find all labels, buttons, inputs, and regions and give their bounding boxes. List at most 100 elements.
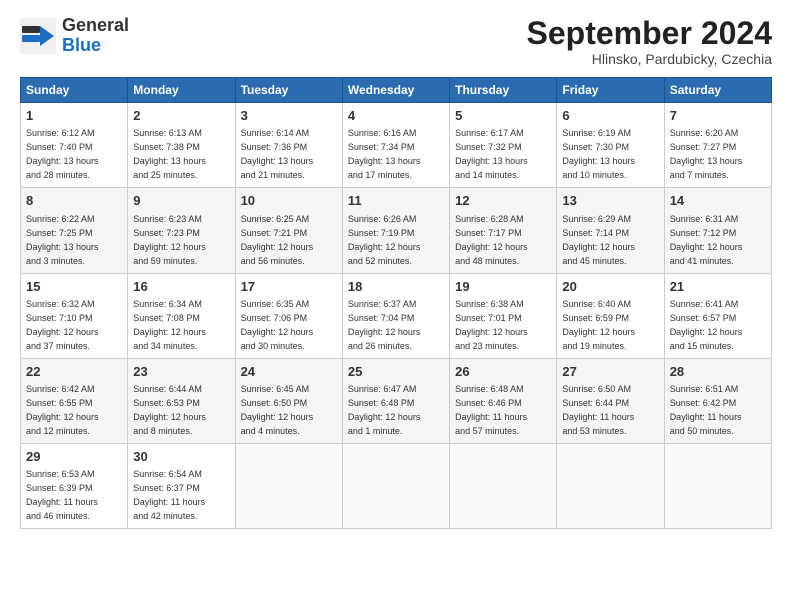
day-number: 5 bbox=[455, 107, 551, 125]
day-number: 22 bbox=[26, 363, 122, 381]
month-title: September 2024 bbox=[527, 16, 772, 51]
calendar-cell bbox=[235, 443, 342, 528]
day-number: 21 bbox=[670, 278, 766, 296]
day-info: Sunrise: 6:42 AMSunset: 6:55 PMDaylight:… bbox=[26, 384, 99, 436]
day-info: Sunrise: 6:13 AMSunset: 7:38 PMDaylight:… bbox=[133, 128, 206, 180]
calendar-cell: 20Sunrise: 6:40 AMSunset: 6:59 PMDayligh… bbox=[557, 273, 664, 358]
day-number: 14 bbox=[670, 192, 766, 210]
header-day-friday: Friday bbox=[557, 78, 664, 103]
day-info: Sunrise: 6:29 AMSunset: 7:14 PMDaylight:… bbox=[562, 214, 635, 266]
calendar-cell: 21 Sunrise: 6:41 AMSunset: 6:57 PMDayligh… bbox=[664, 273, 771, 358]
day-number: 29 bbox=[26, 448, 122, 466]
calendar-cell bbox=[342, 443, 449, 528]
day-number: 17 bbox=[241, 278, 337, 296]
day-info: Sunrise: 6:20 AMSunset: 7:27 PMDaylight:… bbox=[670, 128, 743, 180]
calendar-cell: 12Sunrise: 6:28 AMSunset: 7:17 PMDayligh… bbox=[450, 188, 557, 273]
calendar-cell: 25Sunrise: 6:47 AMSunset: 6:48 PMDayligh… bbox=[342, 358, 449, 443]
calendar-cell: 10 Sunrise: 6:25 AMSunset: 7:21 PMDayligh… bbox=[235, 188, 342, 273]
day-number: 11 bbox=[348, 192, 444, 210]
day-info: Sunrise: 6:41 AMSunset: 6:57 PMDaylight:… bbox=[670, 299, 743, 351]
logo: General Blue bbox=[20, 16, 129, 56]
day-number: 10 bbox=[241, 192, 337, 210]
day-info: Sunrise: 6:37 AMSunset: 7:04 PMDaylight:… bbox=[348, 299, 421, 351]
calendar-cell: 15 Sunrise: 6:32 AMSunset: 7:10 PMDayligh… bbox=[21, 273, 128, 358]
day-info: Sunrise: 6:23 AMSunset: 7:23 PMDaylight:… bbox=[133, 214, 206, 266]
logo-blue-text: Blue bbox=[62, 35, 101, 55]
day-number: 4 bbox=[348, 107, 444, 125]
calendar-week-1: 1 Sunrise: 6:12 AMSunset: 7:40 PMDaylight… bbox=[21, 103, 772, 188]
calendar-cell: 8 Sunrise: 6:22 AMSunset: 7:25 PMDaylight… bbox=[21, 188, 128, 273]
day-info: Sunrise: 6:44 AMSunset: 6:53 PMDaylight:… bbox=[133, 384, 206, 436]
day-number: 27 bbox=[562, 363, 658, 381]
day-number: 2 bbox=[133, 107, 229, 125]
calendar-cell: 3 Sunrise: 6:14 AMSunset: 7:36 PMDaylight… bbox=[235, 103, 342, 188]
day-info: Sunrise: 6:14 AMSunset: 7:36 PMDaylight:… bbox=[241, 128, 314, 180]
day-info: Sunrise: 6:34 AMSunset: 7:08 PMDaylight:… bbox=[133, 299, 206, 351]
day-info: Sunrise: 6:54 AMSunset: 6:37 PMDaylight:… bbox=[133, 469, 205, 521]
calendar-cell: 5 Sunrise: 6:17 AMSunset: 7:32 PMDaylight… bbox=[450, 103, 557, 188]
calendar-cell: 29 Sunrise: 6:53 AMSunset: 6:39 PMDayligh… bbox=[21, 443, 128, 528]
header-day-saturday: Saturday bbox=[664, 78, 771, 103]
day-info: Sunrise: 6:35 AMSunset: 7:06 PMDaylight:… bbox=[241, 299, 314, 351]
calendar-cell: 17 Sunrise: 6:35 AMSunset: 7:06 PMDayligh… bbox=[235, 273, 342, 358]
calendar-cell: 24 Sunrise: 6:45 AMSunset: 6:50 PMDayligh… bbox=[235, 358, 342, 443]
day-number: 23 bbox=[133, 363, 229, 381]
day-info: Sunrise: 6:53 AMSunset: 6:39 PMDaylight:… bbox=[26, 469, 98, 521]
day-info: Sunrise: 6:17 AMSunset: 7:32 PMDaylight:… bbox=[455, 128, 528, 180]
calendar-week-3: 15 Sunrise: 6:32 AMSunset: 7:10 PMDayligh… bbox=[21, 273, 772, 358]
calendar-body: 1 Sunrise: 6:12 AMSunset: 7:40 PMDaylight… bbox=[21, 103, 772, 529]
location-subtitle: Hlinsko, Pardubicky, Czechia bbox=[527, 51, 772, 67]
day-info: Sunrise: 6:51 AMSunset: 6:42 PMDaylight:… bbox=[670, 384, 742, 436]
calendar-cell: 1 Sunrise: 6:12 AMSunset: 7:40 PMDaylight… bbox=[21, 103, 128, 188]
day-number: 12 bbox=[455, 192, 551, 210]
day-info: Sunrise: 6:31 AMSunset: 7:12 PMDaylight:… bbox=[670, 214, 743, 266]
day-info: Sunrise: 6:38 AMSunset: 7:01 PMDaylight:… bbox=[455, 299, 528, 351]
day-number: 28 bbox=[670, 363, 766, 381]
header-day-sunday: Sunday bbox=[21, 78, 128, 103]
header-day-wednesday: Wednesday bbox=[342, 78, 449, 103]
calendar-cell: 23 Sunrise: 6:44 AMSunset: 6:53 PMDayligh… bbox=[128, 358, 235, 443]
day-info: Sunrise: 6:12 AMSunset: 7:40 PMDaylight:… bbox=[26, 128, 99, 180]
calendar-cell bbox=[664, 443, 771, 528]
calendar-cell: 7 Sunrise: 6:20 AMSunset: 7:27 PMDaylight… bbox=[664, 103, 771, 188]
calendar-cell: 4Sunrise: 6:16 AMSunset: 7:34 PMDaylight… bbox=[342, 103, 449, 188]
day-number: 26 bbox=[455, 363, 551, 381]
day-info: Sunrise: 6:22 AMSunset: 7:25 PMDaylight:… bbox=[26, 214, 99, 266]
calendar-cell: 26Sunrise: 6:48 AMSunset: 6:46 PMDayligh… bbox=[450, 358, 557, 443]
header-day-tuesday: Tuesday bbox=[235, 78, 342, 103]
header-row: SundayMondayTuesdayWednesdayThursdayFrid… bbox=[21, 78, 772, 103]
day-number: 9 bbox=[133, 192, 229, 210]
header-day-monday: Monday bbox=[128, 78, 235, 103]
day-info: Sunrise: 6:40 AMSunset: 6:59 PMDaylight:… bbox=[562, 299, 635, 351]
day-number: 19 bbox=[455, 278, 551, 296]
day-number: 16 bbox=[133, 278, 229, 296]
calendar-table: SundayMondayTuesdayWednesdayThursdayFrid… bbox=[20, 77, 772, 529]
calendar-cell: 14 Sunrise: 6:31 AMSunset: 7:12 PMDayligh… bbox=[664, 188, 771, 273]
day-number: 24 bbox=[241, 363, 337, 381]
calendar-cell: 28 Sunrise: 6:51 AMSunset: 6:42 PMDayligh… bbox=[664, 358, 771, 443]
day-number: 15 bbox=[26, 278, 122, 296]
header-day-thursday: Thursday bbox=[450, 78, 557, 103]
day-number: 18 bbox=[348, 278, 444, 296]
day-number: 30 bbox=[133, 448, 229, 466]
day-info: Sunrise: 6:50 AMSunset: 6:44 PMDaylight:… bbox=[562, 384, 634, 436]
calendar-cell: 19 Sunrise: 6:38 AMSunset: 7:01 PMDayligh… bbox=[450, 273, 557, 358]
day-number: 7 bbox=[670, 107, 766, 125]
day-number: 8 bbox=[26, 192, 122, 210]
calendar-cell bbox=[557, 443, 664, 528]
day-number: 1 bbox=[26, 107, 122, 125]
title-block: September 2024 Hlinsko, Pardubicky, Czec… bbox=[527, 16, 772, 67]
day-info: Sunrise: 6:45 AMSunset: 6:50 PMDaylight:… bbox=[241, 384, 314, 436]
calendar-cell: 6Sunrise: 6:19 AMSunset: 7:30 PMDaylight… bbox=[557, 103, 664, 188]
day-info: Sunrise: 6:32 AMSunset: 7:10 PMDaylight:… bbox=[26, 299, 99, 351]
day-number: 3 bbox=[241, 107, 337, 125]
calendar-week-2: 8 Sunrise: 6:22 AMSunset: 7:25 PMDaylight… bbox=[21, 188, 772, 273]
calendar-cell: 27 Sunrise: 6:50 AMSunset: 6:44 PMDayligh… bbox=[557, 358, 664, 443]
calendar-week-4: 22 Sunrise: 6:42 AMSunset: 6:55 PMDayligh… bbox=[21, 358, 772, 443]
calendar-cell: 16 Sunrise: 6:34 AMSunset: 7:08 PMDayligh… bbox=[128, 273, 235, 358]
calendar-cell: 18 Sunrise: 6:37 AMSunset: 7:04 PMDayligh… bbox=[342, 273, 449, 358]
logo-general-text: General bbox=[62, 15, 129, 35]
logo-icon bbox=[20, 18, 56, 54]
day-number: 25 bbox=[348, 363, 444, 381]
day-info: Sunrise: 6:25 AMSunset: 7:21 PMDaylight:… bbox=[241, 214, 314, 266]
